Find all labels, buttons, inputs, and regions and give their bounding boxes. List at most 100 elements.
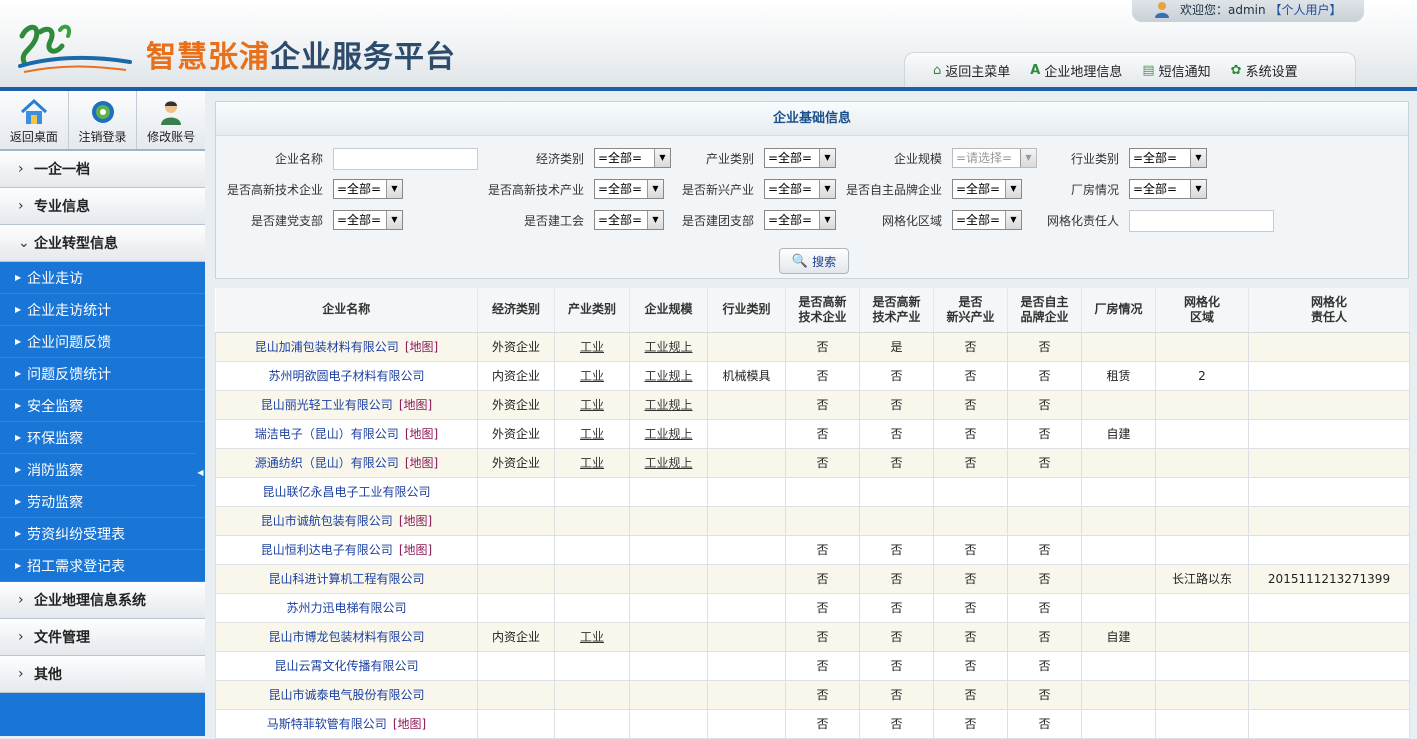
chevron-down-icon: ▼ — [1190, 149, 1206, 167]
table-cell-c3: 否 — [933, 389, 1008, 420]
submenu-item[interactable]: ▶ 问题反馈统计 — [0, 358, 205, 390]
enterprise-table: 企业名称 经济类别 产业类别 企业规模 行业类别 是否高新 技术企业 是否高新 技术产业 是否… — [215, 288, 1410, 739]
map-link[interactable]: [地图] — [399, 543, 432, 557]
industry-link[interactable]: 工业 — [580, 369, 604, 383]
submenu-item[interactable]: ▶ 招工需求登记表 — [0, 550, 205, 582]
company-name-link[interactable]: 昆山云霄文化传播有限公司 — [274, 659, 418, 673]
chevron-down-icon: ▼ — [654, 149, 670, 167]
table-row[interactable]: 苏州力迅电梯有限公司否否否否 — [215, 592, 1410, 623]
company-name-link[interactable]: 昆山恒利达电子有限公司 — [261, 543, 393, 557]
map-link[interactable]: [地图] — [405, 340, 438, 354]
select-value: =全部= — [1133, 182, 1178, 196]
nav-system-settings[interactable]: ✿ 系统设置 — [1231, 61, 1298, 80]
nav-enterprise-geo[interactable]: A 企业地理信息 — [1030, 61, 1122, 80]
industry-link[interactable]: 工业 — [580, 398, 604, 412]
table-row[interactable]: 昆山加浦包装材料有限公司 [地图] 外资企业 工业 工业规上否是否否 — [215, 331, 1410, 362]
filter-label: 产业类别 — [705, 152, 754, 166]
industry-type-select[interactable]: =全部= ▼ — [764, 148, 836, 168]
map-link[interactable]: [地图] — [399, 514, 432, 528]
table-row[interactable]: 瑞洁电子（昆山）有限公司 [地图] 外资企业 工业 工业规上否否否否自建 — [215, 418, 1410, 449]
company-name-link[interactable]: 昆山加浦包装材料有限公司 — [255, 340, 399, 354]
submenu-item[interactable]: ▶ 环保监察 — [0, 422, 205, 454]
company-name-link[interactable]: 源通纺织（昆山）有限公司 — [255, 456, 399, 470]
grid-owner-input[interactable] — [1129, 210, 1274, 232]
company-name-link[interactable]: 马斯特菲软管有限公司 — [267, 717, 387, 731]
submenu-item[interactable]: ▶ 企业走访统计 — [0, 294, 205, 326]
table-row[interactable]: 昆山云霄文化传播有限公司否否否否 — [215, 650, 1410, 681]
submenu-item[interactable]: ▶ 劳动监察 — [0, 486, 205, 518]
industry-link[interactable]: 工业 — [580, 340, 604, 354]
company-name-link[interactable]: 苏州明欲圆电子材料有限公司 — [268, 369, 424, 383]
submenu-item[interactable]: ▶ 安全监察 — [0, 390, 205, 422]
logout-button[interactable]: 注销登录 — [69, 91, 138, 149]
company-name-link[interactable]: 苏州力迅电梯有限公司 — [286, 601, 406, 615]
sidebar-collapse-handle[interactable]: ◀ — [196, 441, 205, 505]
menu-group-transformation[interactable]: ⌄ 企业转型信息 — [0, 225, 205, 262]
table-row[interactable]: 昆山恒利达电子有限公司 [地图] 否否否否 — [215, 534, 1410, 565]
submenu-item[interactable]: ▶ 企业走访 — [0, 262, 205, 294]
table-cell-econ — [477, 650, 555, 681]
grid-area-select[interactable]: =全部= ▼ — [952, 210, 1022, 230]
sector-select[interactable]: =全部= ▼ — [1129, 148, 1207, 168]
menu-group-professional[interactable]: › 专业信息 — [0, 188, 205, 225]
submenu-item[interactable]: ▶ 劳资纠纷受理表 — [0, 518, 205, 550]
company-name-input[interactable] — [333, 148, 478, 170]
map-link[interactable]: [地图] — [393, 717, 426, 731]
map-link[interactable]: [地图] — [399, 398, 432, 412]
menu-group-geo-system[interactable]: › 企业地理信息系统 — [0, 582, 205, 619]
table-row[interactable]: 昆山丽光轻工业有限公司 [地图] 外资企业 工业 工业规上否否否否 — [215, 389, 1410, 420]
table-row[interactable]: 苏州明欲圆电子材料有限公司 内资企业 工业 工业规上 机械模具否否否否租赁 2 — [215, 360, 1410, 391]
table-cell-area — [1155, 650, 1249, 681]
table-row[interactable]: 昆山市诚泰电气股份有限公司否否否否 — [215, 679, 1410, 710]
menu-group-files[interactable]: › 文件管理 — [0, 619, 205, 656]
table-cell-sector — [707, 534, 786, 565]
industry-link[interactable]: 工业 — [580, 427, 604, 441]
company-name-link[interactable]: 昆山市诚航包装有限公司 — [261, 514, 393, 528]
company-name-link[interactable]: 昆山丽光轻工业有限公司 — [261, 398, 393, 412]
menu-group-one-file[interactable]: › 一企一档 — [0, 151, 205, 188]
scale-link[interactable]: 工业规上 — [644, 369, 692, 383]
back-desktop-button[interactable]: 返回桌面 — [0, 91, 69, 149]
table-header-row: 企业名称 经济类别 产业类别 企业规模 行业类别 是否高新 技术企业 是否高新 技术产业 是否… — [215, 288, 1410, 333]
menu-group-other[interactable]: › 其他 — [0, 656, 205, 693]
table-row[interactable]: 马斯特菲软管有限公司 [地图] 否否否否 — [215, 708, 1410, 739]
company-name-link[interactable]: 昆山联亿永昌电子工业有限公司 — [262, 485, 430, 499]
hightech-enterprise-select[interactable]: =全部= ▼ — [333, 179, 403, 199]
edit-account-button[interactable]: 修改账号 — [137, 91, 205, 149]
plant-select[interactable]: =全部= ▼ — [1129, 179, 1207, 199]
nav-sms-notice[interactable]: ▤ 短信通知 — [1142, 61, 1210, 80]
table-row[interactable]: 昆山市博龙包装材料有限公司 内资企业 工业否否否否自建 — [215, 621, 1410, 652]
scale-select[interactable]: =请选择= ▼ — [952, 148, 1037, 168]
scale-link[interactable]: 工业规上 — [644, 398, 692, 412]
union-select[interactable]: =全部= ▼ — [594, 210, 664, 230]
company-name-link[interactable]: 昆山市博龙包装材料有限公司 — [268, 630, 424, 644]
industry-link[interactable]: 工业 — [580, 456, 604, 470]
scale-link[interactable]: 工业规上 — [644, 456, 692, 470]
company-name-link[interactable]: 瑞洁电子（昆山）有限公司 — [255, 427, 399, 441]
econ-type-select[interactable]: =全部= ▼ — [594, 148, 671, 168]
table-cell-c2 — [859, 476, 934, 507]
submenu-item[interactable]: ▶ 消防监察 — [0, 454, 205, 486]
league-select[interactable]: =全部= ▼ — [764, 210, 836, 230]
user-role-link[interactable]: 【个人用户】 — [1269, 3, 1341, 17]
map-link[interactable]: [地图] — [405, 456, 438, 470]
scale-link[interactable]: 工业规上 — [644, 427, 692, 441]
nav-back-main-menu[interactable]: ⌂ 返回主菜单 — [933, 61, 1010, 80]
table-cell-plant: 租赁 — [1081, 360, 1156, 391]
table-cell-c3: 否 — [933, 708, 1008, 739]
scale-link[interactable]: 工业规上 — [644, 340, 692, 354]
hightech-industry-select[interactable]: =全部= ▼ — [594, 179, 664, 199]
map-link[interactable]: [地图] — [405, 427, 438, 441]
search-button[interactable]: 🔍 搜索 — [779, 248, 849, 274]
company-name-link[interactable]: 昆山市诚泰电气股份有限公司 — [268, 688, 424, 702]
submenu-item[interactable]: ▶ 企业问题反馈 — [0, 326, 205, 358]
table-row[interactable]: 昆山科进计算机工程有限公司否否否否长江路以东 2015111213271399 — [215, 563, 1410, 594]
company-name-link[interactable]: 昆山科进计算机工程有限公司 — [268, 572, 424, 586]
industry-link[interactable]: 工业 — [580, 630, 604, 644]
brand-select[interactable]: =全部= ▼ — [952, 179, 1022, 199]
party-select[interactable]: =全部= ▼ — [333, 210, 403, 230]
table-row[interactable]: 昆山联亿永昌电子工业有限公司 — [215, 476, 1410, 507]
emerging-select[interactable]: =全部= ▼ — [764, 179, 836, 199]
table-row[interactable]: 源通纺织（昆山）有限公司 [地图] 外资企业 工业 工业规上否否否否 — [215, 447, 1410, 478]
table-row[interactable]: 昆山市诚航包装有限公司 [地图] — [215, 505, 1410, 536]
